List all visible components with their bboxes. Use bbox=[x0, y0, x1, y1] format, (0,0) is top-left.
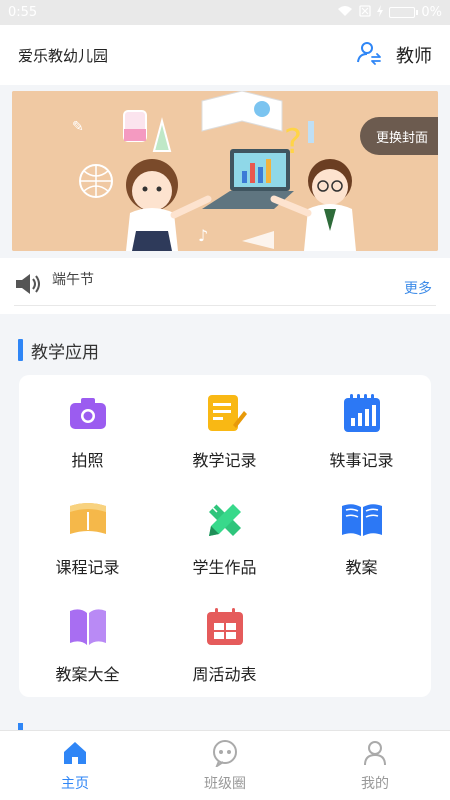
chat-bubble-icon[interactable] bbox=[211, 739, 239, 767]
notice-row[interactable]: 端午节 更多 bbox=[14, 266, 436, 306]
app-label: 课程记录 bbox=[55, 558, 120, 577]
status-icons: 0% bbox=[337, 4, 442, 21]
app-label: 教学记录 bbox=[192, 451, 257, 470]
switch-user-icon[interactable] bbox=[356, 40, 382, 71]
school-name: 爱乐教幼儿园 bbox=[18, 46, 109, 65]
tab-class-circle[interactable]: 班级圈 bbox=[150, 731, 300, 800]
home-icon[interactable] bbox=[61, 739, 89, 767]
tab-mine[interactable]: 我的 bbox=[300, 731, 450, 800]
cover-banner: ? ♪ ✎ 更换封面 bbox=[12, 91, 438, 251]
section-title-teaching: 教学应用 bbox=[18, 338, 99, 363]
pencil-ruler-icon[interactable] bbox=[203, 498, 247, 542]
bar-chart-notebook-icon[interactable] bbox=[340, 391, 384, 435]
status-bar: 0:55 0% bbox=[0, 0, 450, 25]
more-link[interactable]: 更多 bbox=[404, 278, 432, 298]
camera-icon[interactable] bbox=[66, 391, 110, 435]
app-lesson-plan[interactable]: 教案 bbox=[293, 482, 430, 589]
tab-home[interactable]: 主页 bbox=[0, 731, 150, 800]
role-label[interactable]: 教师 bbox=[396, 42, 432, 68]
role-switcher[interactable]: 教师 bbox=[356, 40, 432, 71]
calendar-icon[interactable] bbox=[203, 605, 247, 649]
app-label: 教案 bbox=[345, 558, 378, 577]
book-icon[interactable] bbox=[66, 498, 110, 542]
speaker-icon bbox=[14, 272, 42, 300]
banner-illustration: ? ♪ ✎ bbox=[12, 91, 438, 251]
app-label: 拍照 bbox=[71, 451, 104, 470]
svg-text:✎: ✎ bbox=[72, 119, 84, 135]
app-label: 学生作品 bbox=[192, 558, 257, 577]
tab-label: 班级圈 bbox=[204, 776, 246, 792]
app-camera[interactable]: 拍照 bbox=[19, 375, 156, 482]
app-lesson-plan-collection[interactable]: 教案大全 bbox=[19, 589, 156, 696]
app-weekly-schedule[interactable]: 周活动表 bbox=[156, 589, 293, 696]
book-collection-icon[interactable] bbox=[66, 605, 110, 649]
wifi-icon bbox=[337, 5, 353, 21]
battery-level: 0% bbox=[421, 5, 442, 20]
app-label: 教案大全 bbox=[55, 665, 120, 684]
tab-label: 主页 bbox=[61, 776, 89, 792]
app-header: 爱乐教幼儿园 教师 bbox=[0, 25, 450, 85]
teaching-apps-grid: 拍照 教学记录 轶事记录 课程记录 学生作品 教案 教案大全 周活动表 bbox=[19, 375, 431, 697]
tab-label: 我的 bbox=[361, 776, 389, 792]
no-sim-icon bbox=[359, 4, 372, 21]
change-cover-button[interactable]: 更换封面 bbox=[359, 117, 438, 155]
notice-text[interactable]: 端午节 bbox=[52, 269, 94, 289]
bottom-tab-bar: 主页 班级圈 我的 bbox=[0, 730, 450, 800]
notice-bar: 端午节 更多 bbox=[0, 258, 450, 314]
app-student-works[interactable]: 学生作品 bbox=[156, 482, 293, 589]
charging-icon bbox=[377, 4, 384, 21]
status-time: 0:55 bbox=[8, 5, 38, 20]
app-anecdote-record[interactable]: 轶事记录 bbox=[293, 375, 430, 482]
app-course-record[interactable]: 课程记录 bbox=[19, 482, 156, 589]
app-teaching-record[interactable]: 教学记录 bbox=[156, 375, 293, 482]
user-icon[interactable] bbox=[361, 739, 389, 767]
notepad-pencil-icon[interactable] bbox=[203, 391, 247, 435]
battery-icon bbox=[389, 7, 419, 18]
open-book-icon[interactable] bbox=[340, 498, 384, 542]
svg-text:♪: ♪ bbox=[198, 226, 208, 245]
app-label: 轶事记录 bbox=[329, 451, 394, 470]
app-label: 周活动表 bbox=[192, 665, 257, 684]
